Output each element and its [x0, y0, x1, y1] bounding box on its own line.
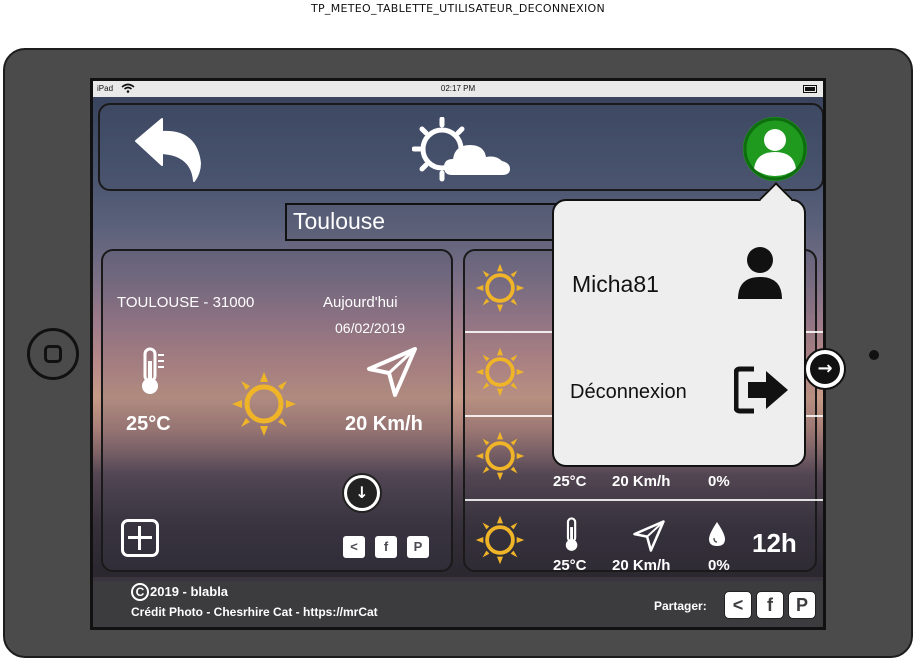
share-icon[interactable]: < [724, 591, 752, 619]
copyright-icon: C [131, 583, 149, 601]
current-wind-speed: 20 Km/h [345, 413, 423, 435]
location-label: TOULOUSE - 31000 [117, 294, 255, 311]
forecast-row: 25°C 20 Km/h 0% 12h [465, 501, 823, 585]
pinterest-icon[interactable]: P [407, 536, 429, 558]
forecast-wind: 20 Km/h [612, 473, 671, 490]
photo-credit: Crédit Photo - Chesrhire Cat - https://m… [131, 605, 378, 619]
username-label: Micha81 [572, 271, 659, 297]
humidity-drop-icon [708, 521, 726, 547]
status-bar: iPad 02:17 PM [93, 81, 823, 97]
page-caption: TP_METEO_TABLETTE_UTILISATEUR_DECONNEXIO… [310, 2, 606, 15]
add-square-icon[interactable] [121, 519, 159, 557]
forecast-hour: 12h [752, 528, 797, 558]
user-circle-icon[interactable] [740, 114, 810, 184]
wind-direction-icon [632, 519, 666, 553]
status-time: 02:17 PM [440, 84, 476, 93]
share-icon[interactable]: < [343, 536, 365, 558]
thermometer-icon [562, 517, 584, 553]
city-search-input[interactable]: Toulouse [285, 203, 575, 241]
wind-direction-icon [365, 345, 419, 399]
arrow-down-icon: ↓ [347, 478, 377, 508]
current-temperature: 25°C [126, 413, 171, 435]
forecast-temperature: 25°C [553, 557, 587, 574]
current-weather-card: TOULOUSE - 31000 Aujourd'hui 06/02/2019 [101, 249, 453, 572]
sun-icon [475, 263, 525, 313]
day-label: Aujourd'hui [323, 294, 398, 311]
user-menu-popover: Micha81 Déconnexion [552, 199, 806, 467]
thermometer-icon [137, 347, 167, 397]
logout-icon[interactable] [733, 365, 792, 415]
home-button[interactable] [27, 328, 79, 380]
forecast-humidity: 0% [708, 557, 730, 574]
forecast-temperature: 25°C [553, 473, 587, 490]
sun-cloud-icon [411, 116, 518, 183]
top-bar [98, 103, 823, 191]
forecast-wind: 20 Km/h [612, 557, 671, 574]
forecast-humidity: 0% [708, 473, 730, 490]
sun-icon [475, 431, 525, 481]
facebook-icon[interactable]: f [756, 591, 784, 619]
scroll-down-button[interactable]: ↓ [342, 473, 382, 513]
footer: C 2019 - blabla Crédit Photo - Chesrhire … [93, 581, 823, 627]
arrow-right-icon: → [810, 354, 840, 384]
sun-icon [475, 347, 525, 397]
logout-label[interactable]: Déconnexion [570, 381, 687, 404]
share-label: Partager: [654, 599, 707, 613]
popover-caret-cover [758, 201, 794, 209]
pinterest-icon[interactable]: P [788, 591, 816, 619]
date-label: 06/02/2019 [335, 320, 406, 336]
facebook-icon[interactable]: f [375, 536, 397, 558]
back-arrow-icon[interactable] [130, 115, 206, 185]
copyright-text: 2019 - blabla [150, 584, 229, 599]
camera-dot [869, 350, 879, 360]
copyright: C 2019 - blabla [131, 583, 228, 601]
sun-icon [475, 515, 525, 565]
next-arrow-button[interactable]: → [804, 348, 846, 390]
user-profile-icon[interactable] [736, 245, 784, 301]
sun-icon [231, 371, 297, 437]
battery-icon [803, 85, 817, 93]
